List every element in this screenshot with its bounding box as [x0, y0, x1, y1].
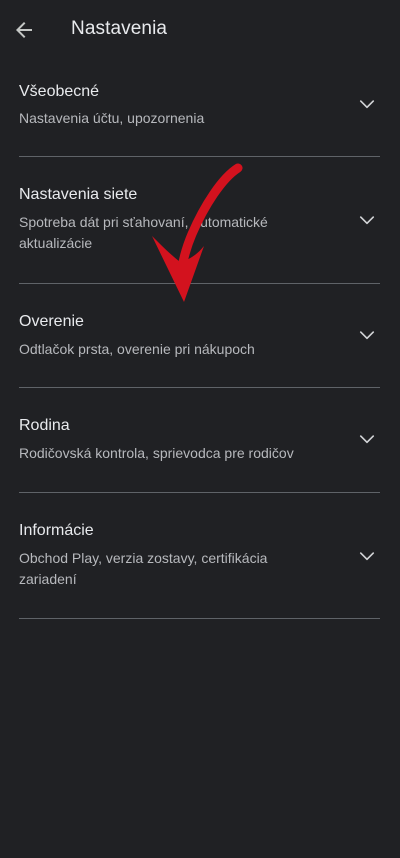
app-bar: Nastavenia: [0, 0, 400, 60]
section-title: Nastavenia siete: [19, 186, 138, 203]
chevron-down-icon[interactable]: [356, 209, 378, 231]
chevron-down-icon[interactable]: [356, 324, 378, 346]
section-title: Informácie: [19, 522, 94, 539]
section-subtitle: Obchod Play, verzia zostavy, certifikáci…: [19, 550, 268, 587]
chevron-down-icon[interactable]: [356, 93, 378, 115]
divider: [19, 618, 380, 619]
section-subtitle: Nastavenia účtu, upozornenia: [19, 110, 205, 126]
page-title: Nastavenia: [71, 18, 168, 39]
section-subtitle: Rodičovská kontrola, sprievodca pre rodi…: [19, 445, 294, 461]
section-title: Rodina: [19, 417, 70, 434]
section-subtitle: Spotreba dát pri sťahovaní, automatické …: [19, 214, 268, 251]
section-general[interactable]: Všeobecné Nastavenia účtu, upozornenia: [0, 60, 400, 156]
back-button[interactable]: [8, 14, 40, 46]
section-title: Overenie: [19, 313, 84, 330]
chevron-down-icon[interactable]: [356, 545, 378, 567]
section-verification[interactable]: Overenie Odtlačok prsta, overenie pri ná…: [0, 284, 400, 387]
section-subtitle: Odtlačok prsta, overenie pri nákupoch: [19, 341, 255, 357]
section-title: Všeobecné: [19, 83, 100, 100]
section-family[interactable]: Rodina Rodičovská kontrola, sprievodca p…: [0, 388, 400, 492]
section-network[interactable]: Nastavenia siete Spotreba dát pri sťahov…: [0, 157, 400, 283]
section-about[interactable]: Informácie Obchod Play, verzia zostavy, …: [0, 493, 400, 618]
arrow-back-icon: [16, 22, 32, 38]
chevron-down-icon[interactable]: [356, 428, 378, 450]
